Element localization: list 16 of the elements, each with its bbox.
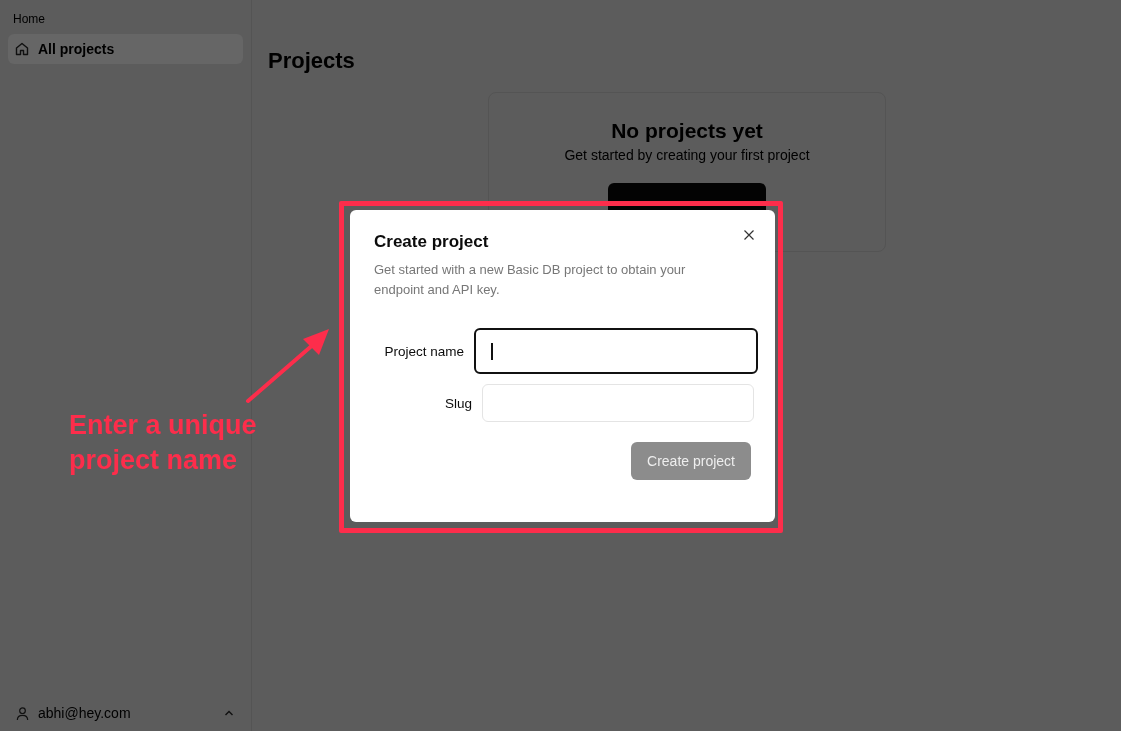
- close-icon[interactable]: [743, 229, 755, 241]
- field-label: Project name: [384, 343, 464, 359]
- annotation-text: Enter a unique project name: [69, 409, 258, 477]
- page-title: Projects: [268, 48, 356, 74]
- sidebar-item[interactable]: All projects: [8, 34, 243, 64]
- section-label: Home: [12, 12, 46, 26]
- input-field[interactable]: [474, 328, 758, 374]
- user-email: abhi@hey.com: [38, 705, 132, 721]
- empty-title: No projects yet: [611, 119, 763, 143]
- empty-subtitle: Get started by creating your first project: [564, 147, 810, 163]
- field-label: Slug: [444, 395, 472, 411]
- dialog-title: Create project: [374, 232, 490, 252]
- user-menu[interactable]: abhi@hey.com: [8, 705, 243, 721]
- user-icon: [15, 705, 30, 721]
- dialog-description: Get started with a new Basic DB project to obtain your endpoint and API key.: [374, 261, 687, 299]
- home-icon: [14, 41, 30, 57]
